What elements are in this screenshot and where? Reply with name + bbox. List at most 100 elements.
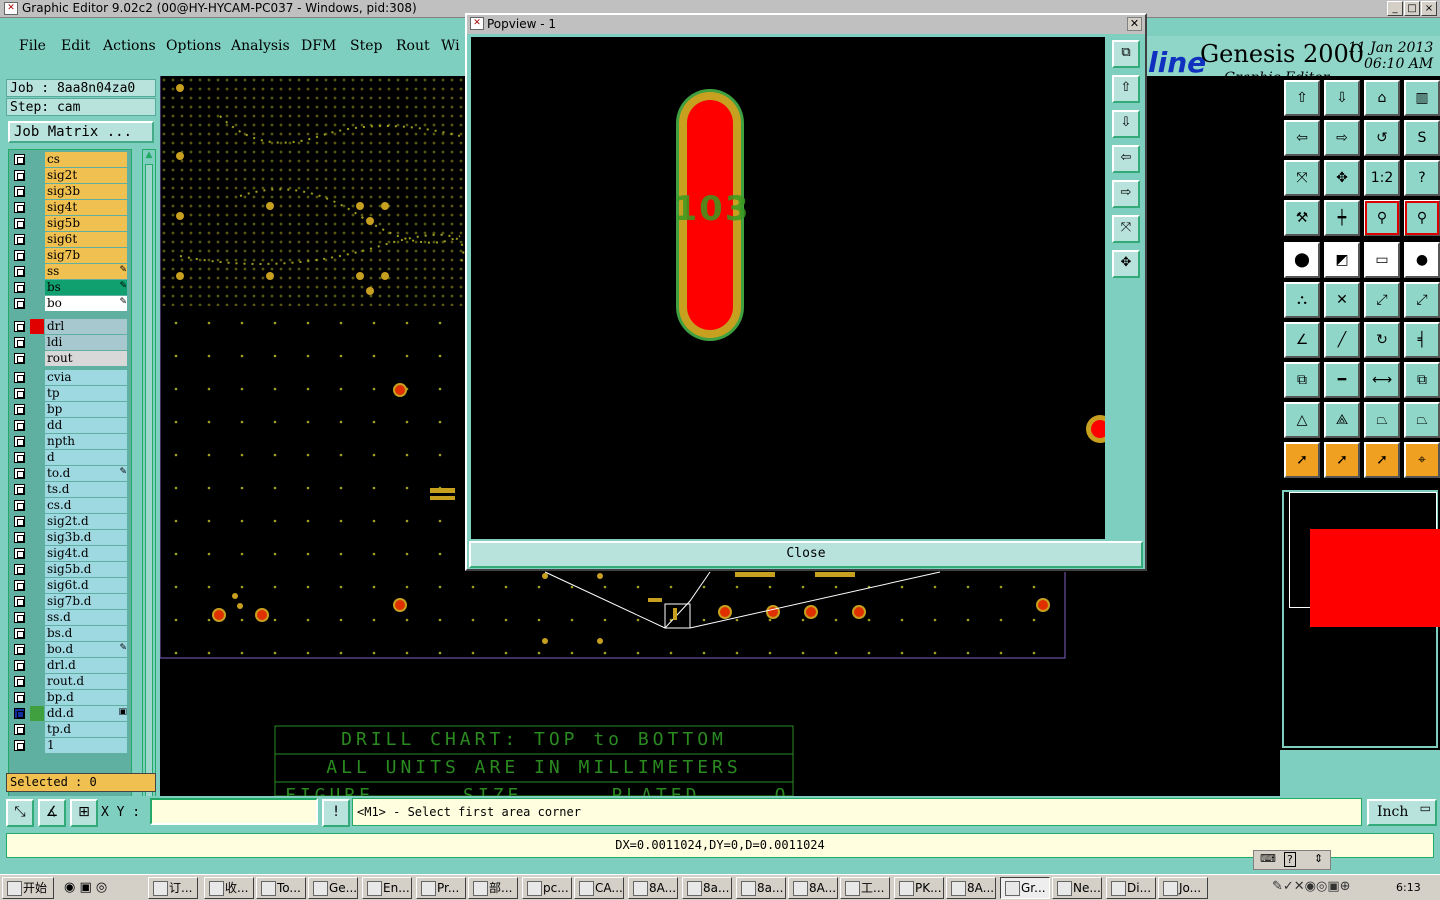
- layer-checkbox[interactable]: [14, 202, 25, 213]
- layer-color-swatch[interactable]: [30, 674, 44, 689]
- layer-checkbox[interactable]: [14, 250, 25, 261]
- layer-color-swatch[interactable]: [30, 370, 44, 385]
- overview-minimap[interactable]: [1282, 490, 1440, 748]
- layer-row[interactable]: ldi: [9, 335, 131, 350]
- scroll-up-icon[interactable]: ▲: [144, 150, 154, 162]
- layer-checkbox[interactable]: [14, 298, 25, 309]
- info-icon[interactable]: !: [322, 799, 350, 827]
- layer-color-swatch[interactable]: [30, 152, 44, 167]
- layer-name[interactable]: ss.d: [45, 610, 127, 625]
- popview-pan-down-icon[interactable]: ⇩: [1112, 110, 1140, 138]
- connect-icon[interactable]: ⛬: [1284, 282, 1320, 318]
- layer-row[interactable]: d: [9, 450, 131, 465]
- menu-rout[interactable]: Rout: [396, 38, 430, 54]
- layer-name[interactable]: bp.d: [45, 690, 127, 705]
- layer-checkbox[interactable]: [14, 660, 25, 671]
- maximize-button[interactable]: □: [1404, 1, 1420, 16]
- layer-row[interactable]: ss ✎: [9, 264, 131, 279]
- layer-name[interactable]: to.d: [45, 466, 127, 481]
- taskbar-item[interactable]: 部...: [468, 877, 518, 899]
- layer-color-swatch[interactable]: [30, 402, 44, 417]
- layer-row[interactable]: sig3b.d: [9, 530, 131, 545]
- layer-name[interactable]: sig7b: [45, 248, 127, 263]
- layer-row[interactable]: cs: [9, 152, 131, 167]
- popview-close-icon[interactable]: ✕: [1127, 17, 1142, 31]
- layer-name[interactable]: bp: [45, 402, 127, 417]
- layer-checkbox[interactable]: [14, 740, 25, 751]
- pan-left-icon[interactable]: ⇦: [1284, 120, 1320, 156]
- home-icon[interactable]: ⌂: [1364, 80, 1400, 116]
- layer-row[interactable]: sig6t.d: [9, 578, 131, 593]
- layer-list-scrollbar[interactable]: ▲ ▼: [142, 149, 156, 841]
- layer-checkbox[interactable]: [14, 468, 25, 479]
- layer-color-swatch[interactable]: [30, 466, 44, 481]
- layer-name[interactable]: ts.d: [45, 482, 127, 497]
- layer-row[interactable]: sig5b: [9, 216, 131, 231]
- taskbar-item[interactable]: Ne...: [1052, 877, 1102, 899]
- layer-checkbox[interactable]: [14, 388, 25, 399]
- popview-titlebar[interactable]: ✕ Popview - 1 ✕: [467, 15, 1145, 34]
- layer-row[interactable]: to.d ✎: [9, 466, 131, 481]
- menu-edit[interactable]: Edit: [61, 38, 90, 54]
- trapezoid-icon[interactable]: ⏢: [1364, 402, 1400, 438]
- layer-checkbox[interactable]: [14, 708, 25, 719]
- layer-color-swatch[interactable]: [30, 514, 44, 529]
- layer-row[interactable]: tp.d: [9, 722, 131, 737]
- pan-down-icon[interactable]: ⇩: [1324, 80, 1360, 116]
- layer-color-swatch[interactable]: [30, 546, 44, 561]
- layer-row[interactable]: cs.d: [9, 498, 131, 513]
- pointer-icon[interactable]: ➚: [1284, 442, 1320, 478]
- layer-checkbox[interactable]: [14, 337, 25, 348]
- layer-checkbox[interactable]: [14, 234, 25, 245]
- layer-row[interactable]: bo.d ✎: [9, 642, 131, 657]
- layer-name[interactable]: sig2t: [45, 168, 127, 183]
- layer-checkbox[interactable]: [14, 282, 25, 293]
- layer-color-swatch[interactable]: [30, 594, 44, 609]
- taskbar-item[interactable]: 工...: [840, 877, 890, 899]
- measure-icon[interactable]: ⟷: [1364, 362, 1400, 398]
- layer-row[interactable]: rout.d: [9, 674, 131, 689]
- triangle-icon[interactable]: △: [1284, 402, 1320, 438]
- layer-name[interactable]: sig3b: [45, 184, 127, 199]
- layer-row[interactable]: drl: [9, 319, 131, 334]
- route-icon[interactable]: ⌖: [1404, 442, 1440, 478]
- layer-color-swatch[interactable]: [30, 319, 44, 334]
- layer-color-swatch[interactable]: [30, 232, 44, 247]
- layer-name[interactable]: sig6t: [45, 232, 127, 247]
- layer-color-swatch[interactable]: [30, 434, 44, 449]
- layer-name[interactable]: dd: [45, 418, 127, 433]
- layer-checkbox[interactable]: [14, 596, 25, 607]
- help-tray-icon[interactable]: ?: [1284, 852, 1296, 867]
- layer-row[interactable]: bp.d: [9, 690, 131, 705]
- layer-color-swatch[interactable]: [30, 335, 44, 350]
- layer-name[interactable]: 1: [45, 738, 127, 753]
- horizontal-line-icon[interactable]: ━: [1324, 362, 1360, 398]
- layer-checkbox[interactable]: [14, 170, 25, 181]
- layer-name[interactable]: cvia: [45, 370, 127, 385]
- taskbar-item[interactable]: Gr...: [1000, 877, 1050, 899]
- layer-color-swatch[interactable]: [30, 248, 44, 263]
- layer-color-swatch[interactable]: [30, 482, 44, 497]
- layer-row[interactable]: sig2t: [9, 168, 131, 183]
- start-button[interactable]: 开始: [2, 877, 54, 899]
- zoom-home-icon[interactable]: ✥: [1324, 160, 1360, 196]
- add-line-icon[interactable]: ◩: [1324, 242, 1360, 278]
- taskbar-item[interactable]: 收...: [204, 877, 254, 899]
- taskbar-item[interactable]: To...: [256, 877, 306, 899]
- layer-name[interactable]: sig6t.d: [45, 578, 127, 593]
- popview-pan-right-icon[interactable]: ⇨: [1112, 180, 1140, 208]
- layer-row[interactable]: sig4t: [9, 200, 131, 215]
- menu-step[interactable]: Step: [350, 38, 382, 54]
- minimize-button[interactable]: _: [1387, 1, 1403, 16]
- undo-zoom-icon[interactable]: ↺: [1364, 120, 1400, 156]
- layer-checkbox[interactable]: [14, 676, 25, 687]
- layer-name[interactable]: d: [45, 450, 127, 465]
- layer-checkbox[interactable]: [14, 532, 25, 543]
- layer-checkbox[interactable]: [14, 353, 25, 364]
- cross-icon[interactable]: ✕: [1324, 282, 1360, 318]
- move-icon[interactable]: ⧉: [1284, 362, 1320, 398]
- layer-color-swatch[interactable]: [30, 578, 44, 593]
- layer-name[interactable]: sig7b.d: [45, 594, 127, 609]
- taskbar-item[interactable]: 8a...: [736, 877, 786, 899]
- layer-checkbox[interactable]: [14, 644, 25, 655]
